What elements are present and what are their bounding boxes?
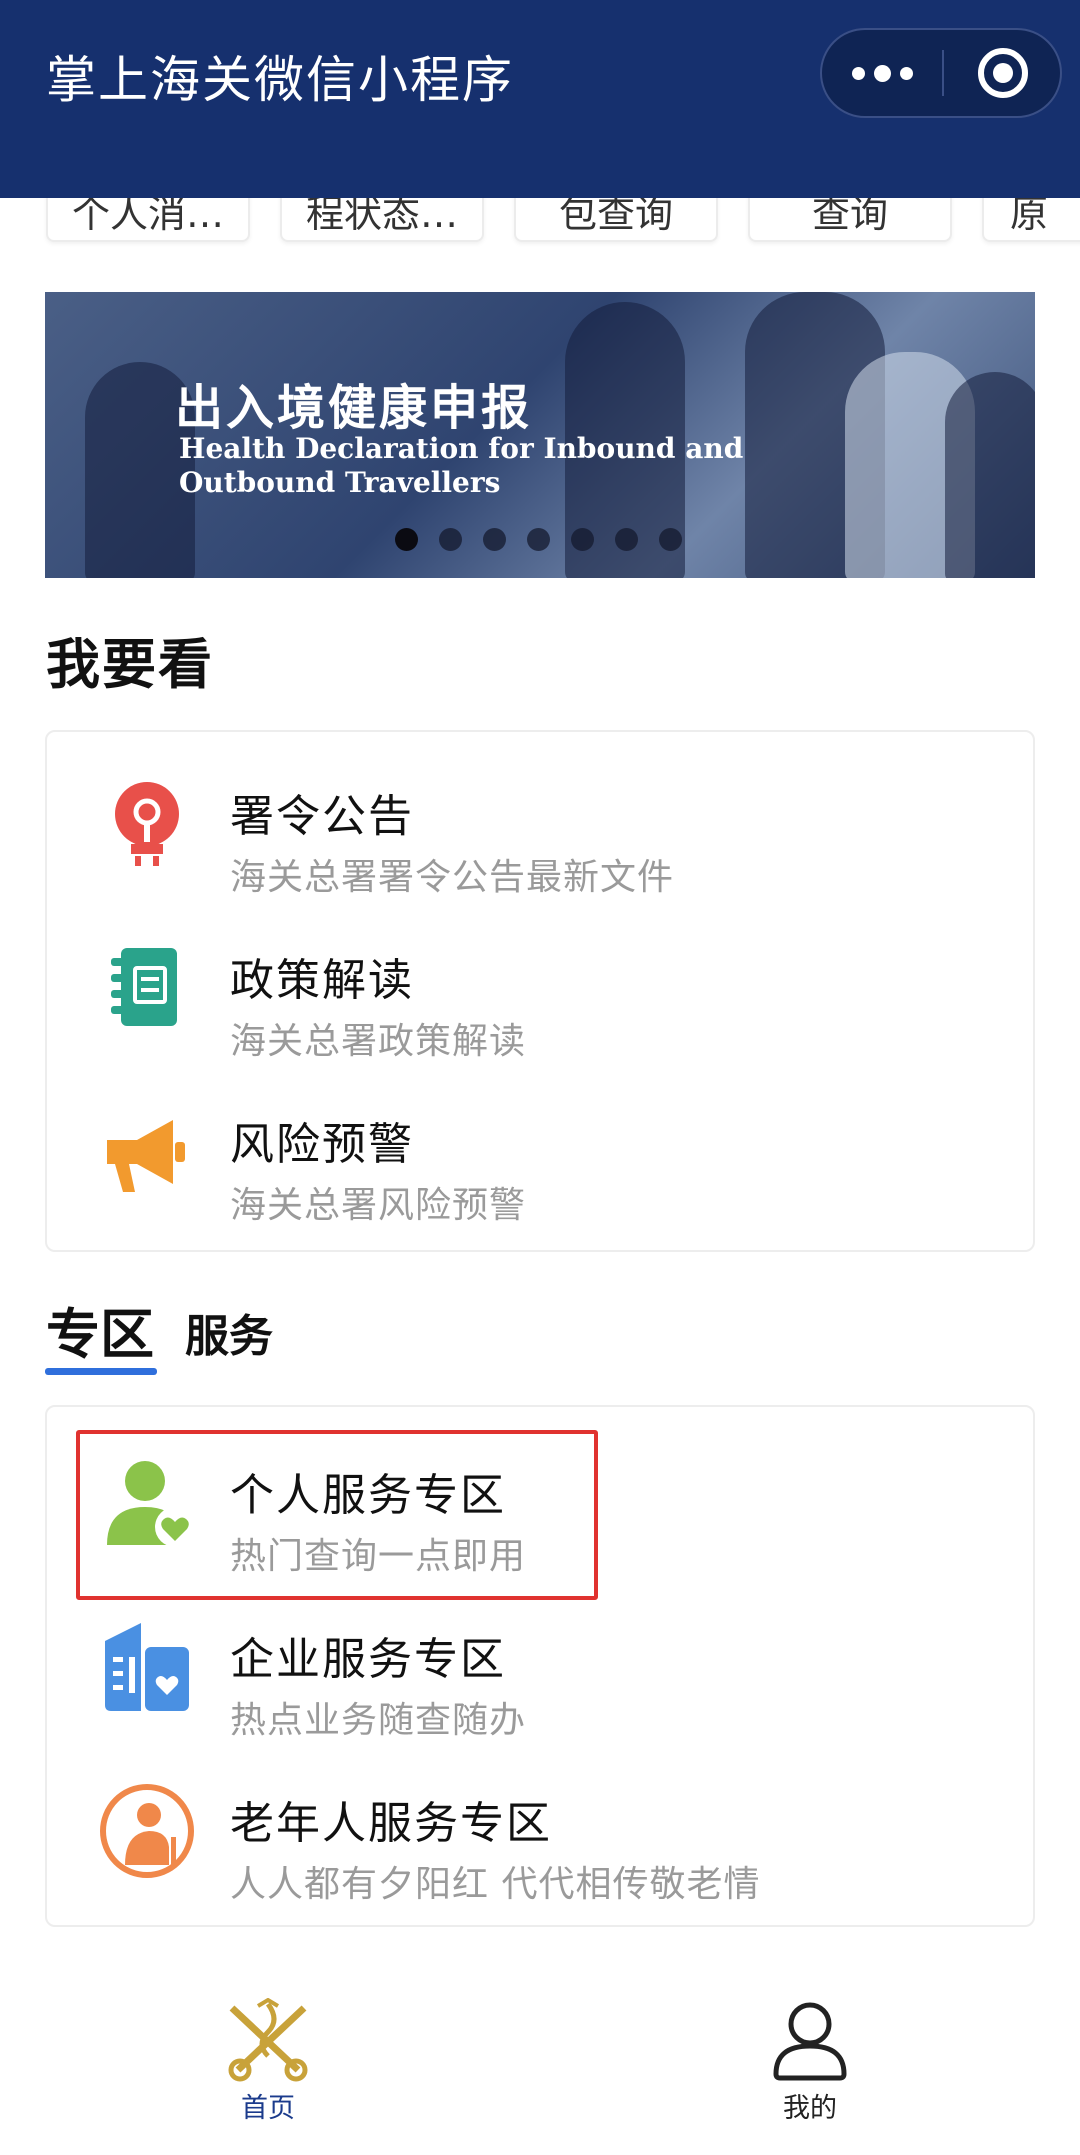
carousel-dot[interactable]	[395, 528, 418, 551]
item-desc: 海关总署署令公告最新文件	[230, 857, 675, 898]
quick-tab[interactable]: 原	[982, 198, 1080, 242]
nav-label-me: 我的	[783, 2093, 837, 2124]
item-title: 政策解读	[230, 955, 414, 1006]
item-title: 企业服务专区	[230, 1634, 506, 1685]
banner-title: 出入境健康申报	[175, 380, 533, 436]
carousel-dot[interactable]	[659, 528, 682, 551]
quick-tabs-row: 个人消… 程状态… 包查询 查询 原	[0, 198, 1080, 248]
carousel-dot[interactable]	[483, 528, 506, 551]
quick-tab[interactable]: 个人消…	[46, 198, 250, 242]
item-title: 署令公告	[230, 791, 414, 842]
lightbulb-icon	[97, 774, 197, 874]
notebook-icon	[97, 938, 197, 1038]
app-title: 掌上海关微信小程序	[46, 51, 514, 109]
list-item-policy[interactable]: 政策解读 海关总署政策解读	[47, 904, 1033, 1064]
banner-subtitle: Outbound Travellers	[179, 466, 501, 499]
item-title: 老年人服务专区	[230, 1798, 552, 1849]
highlight-box	[76, 1430, 598, 1600]
more-dots-icon[interactable]	[822, 30, 942, 116]
quick-tab[interactable]: 程状态…	[280, 198, 484, 242]
megaphone-icon	[97, 1102, 197, 1202]
list-item-enterprise-zone[interactable]: 企业服务专区 热点业务随查随办	[47, 1583, 1033, 1743]
section-title-watch: 我要看	[46, 633, 214, 696]
carousel-dot[interactable]	[571, 528, 594, 551]
item-desc: 海关总署政策解读	[230, 1021, 527, 1062]
list-item-decree[interactable]: 署令公告 海关总署署令公告最新文件	[47, 740, 1033, 900]
target-circle-icon[interactable]	[978, 48, 1028, 98]
item-desc: 热点业务随查随办	[230, 1700, 527, 1741]
nav-home[interactable]: 首页	[218, 1997, 318, 2124]
carousel-dot[interactable]	[439, 528, 462, 551]
item-desc: 海关总署风险预警	[230, 1185, 527, 1226]
carousel-indicator	[395, 528, 682, 551]
quick-tab[interactable]: 包查询	[514, 198, 718, 242]
tab-service[interactable]: 服务	[185, 1300, 273, 1364]
watch-card: 署令公告 海关总署署令公告最新文件 政策解读 海关总署政策解读 风险预警 海关总…	[45, 730, 1035, 1252]
capsule-divider	[942, 50, 944, 96]
health-declaration-banner[interactable]: 出入境健康申报 Health Declaration for Inbound a…	[45, 292, 1035, 578]
nav-me[interactable]: 我的	[760, 1998, 860, 2124]
quick-tab[interactable]: 查询	[748, 198, 952, 242]
mini-program-capsule	[820, 28, 1062, 118]
tab-active-underline	[45, 1368, 157, 1375]
building-heart-icon	[97, 1617, 197, 1717]
bottom-nav: 首页 我的	[0, 1968, 1080, 2155]
banner-subtitle: Health Declaration for Inbound and	[179, 432, 744, 465]
carousel-dot[interactable]	[615, 528, 638, 551]
nav-label-home: 首页	[241, 2093, 295, 2124]
carousel-dot[interactable]	[527, 528, 550, 551]
user-icon	[773, 2002, 847, 2081]
elderly-person-icon	[97, 1781, 197, 1881]
item-desc: 人人都有夕阳红 代代相传敬老情	[230, 1864, 761, 1905]
customs-emblem-icon	[228, 1997, 308, 2082]
list-item-elderly-zone[interactable]: 老年人服务专区 人人都有夕阳红 代代相传敬老情	[47, 1747, 1033, 1907]
list-item-risk[interactable]: 风险预警 海关总署风险预警	[47, 1068, 1033, 1228]
item-title: 风险预警	[230, 1119, 414, 1170]
app-header: 掌上海关微信小程序	[0, 0, 1080, 198]
tab-zone[interactable]: 专区	[46, 1290, 154, 1369]
banner-figure	[945, 372, 1035, 578]
